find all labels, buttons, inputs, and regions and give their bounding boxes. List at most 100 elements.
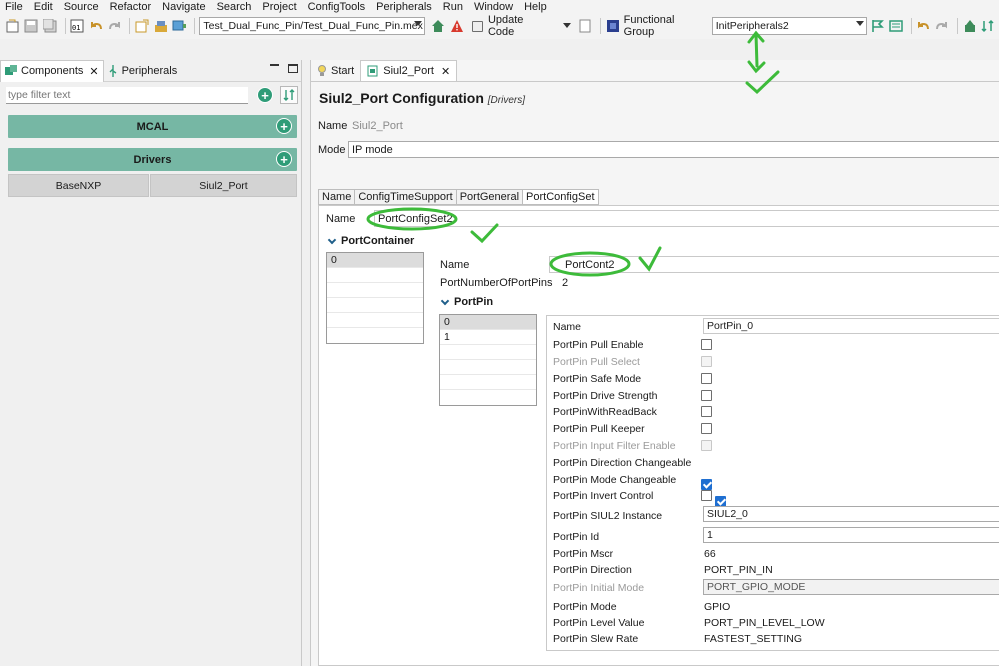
list-icon[interactable] xyxy=(888,18,904,34)
menu-window[interactable]: Window xyxy=(474,1,513,13)
menu-navigate[interactable]: Navigate xyxy=(162,1,205,13)
minimize-icon[interactable] xyxy=(270,64,279,66)
functional-group-value: InitPeripherals2 xyxy=(715,20,789,32)
pin-id-field[interactable]: 1 xyxy=(703,527,999,543)
direction-changeable-checkbox[interactable] xyxy=(701,479,712,490)
siul2-instance-field[interactable]: SIUL2_0 xyxy=(703,506,999,522)
undo2-icon[interactable] xyxy=(916,18,932,34)
project-path-value: Test_Dual_Func_Pin/Test_Dual_Func_Pin.me… xyxy=(203,20,423,32)
menu-project[interactable]: Project xyxy=(262,1,296,13)
update-code-label[interactable]: Update Code xyxy=(488,14,551,38)
menu-peripherals[interactable]: Peripherals xyxy=(376,1,432,13)
menu-refactor[interactable]: Refactor xyxy=(110,1,152,13)
filter-input[interactable] xyxy=(6,86,248,104)
project-path-combo[interactable]: Test_Dual_Func_Pin/Test_Dual_Func_Pin.me… xyxy=(199,17,426,35)
update-code-checkbox[interactable] xyxy=(469,18,485,34)
save-icon[interactable] xyxy=(24,18,40,34)
toolbar-separator xyxy=(64,18,66,34)
flag-icon[interactable] xyxy=(870,18,886,34)
redo2-icon[interactable] xyxy=(934,18,950,34)
pull-keeper-checkbox[interactable] xyxy=(701,423,712,434)
menu-file[interactable]: File xyxy=(5,1,23,13)
initial-mode-label: PortPin Initial Mode xyxy=(553,582,645,594)
add-component-icon[interactable]: + xyxy=(257,87,273,103)
menu-configtools[interactable]: ConfigTools xyxy=(308,1,365,13)
component-basenxp[interactable]: BaseNXP xyxy=(8,174,149,197)
invert-control-checkbox[interactable] xyxy=(701,490,712,501)
menu-edit[interactable]: Edit xyxy=(34,1,53,13)
new-icon[interactable] xyxy=(5,18,21,34)
add-mcal-icon[interactable]: + xyxy=(276,118,292,134)
pull-select-label: PortPin Pull Select xyxy=(553,356,640,368)
readback-checkbox[interactable] xyxy=(701,406,712,417)
mode-value: IP mode xyxy=(352,143,393,156)
component-siul2-port[interactable]: Siul2_Port xyxy=(150,174,297,197)
sort-order-button[interactable] xyxy=(280,86,298,104)
undo-icon[interactable] xyxy=(88,18,104,34)
list-item[interactable]: 1 xyxy=(440,330,536,345)
subtab-portconfigset[interactable]: PortConfigSet xyxy=(522,189,599,205)
list-item xyxy=(440,375,536,390)
menu-help[interactable]: Help xyxy=(524,1,547,13)
group-mcal[interactable]: MCAL + xyxy=(8,115,297,138)
safe-mode-checkbox[interactable] xyxy=(701,373,712,384)
mscr-value: 66 xyxy=(704,548,716,560)
cfgset-name-field[interactable]: PortConfigSet2 xyxy=(374,210,999,227)
home-icon[interactable] xyxy=(430,18,446,34)
tab-start[interactable]: Start xyxy=(311,60,360,81)
dropdown-chevron-icon[interactable] xyxy=(559,18,575,34)
functional-group-label: Functional Group xyxy=(623,14,675,38)
export-icon[interactable] xyxy=(134,18,150,34)
tab-siul2-label: Siul2_Port xyxy=(383,65,434,77)
port-container-label: PortContainer xyxy=(341,235,415,247)
drive-strength-checkbox[interactable] xyxy=(701,390,712,401)
pull-keeper-label: PortPin Pull Keeper xyxy=(553,423,645,435)
components-icon xyxy=(5,65,17,75)
warning-icon[interactable] xyxy=(449,18,465,34)
main-toolbar: 01 Test_Dual_Func_Pin/Test_Dual_Func_Pin… xyxy=(0,13,999,39)
pin-name-field[interactable]: PortPin_0 xyxy=(703,318,999,334)
tab-components[interactable]: Components ✕ xyxy=(0,59,104,82)
container-name-field[interactable]: PortCont2 xyxy=(549,256,999,273)
port-container-header[interactable]: PortContainer xyxy=(327,235,415,247)
pin-name-label: Name xyxy=(553,321,582,333)
device-icon[interactable] xyxy=(171,18,187,34)
subtab-portgeneral[interactable]: PortGeneral xyxy=(455,189,523,205)
group-mcal-label: MCAL xyxy=(136,120,169,133)
save-all-icon[interactable] xyxy=(42,18,58,34)
pin-id-value: 1 xyxy=(707,529,713,541)
subtab-name[interactable]: Name xyxy=(318,189,355,205)
group-drivers[interactable]: Drivers + xyxy=(8,148,297,171)
left-panel: Components ✕ Peripherals + MCAL + Driver… xyxy=(0,59,302,666)
subtab-configtimesupport[interactable]: ConfigTimeSupport xyxy=(354,189,456,205)
port-pin-header[interactable]: PortPin xyxy=(440,296,494,308)
tab-peripherals[interactable]: Peripherals xyxy=(104,60,182,82)
maximize-icon[interactable] xyxy=(288,64,298,73)
close-icon[interactable]: ✕ xyxy=(89,65,98,78)
toolbar-separator xyxy=(194,18,196,34)
pull-enable-checkbox[interactable] xyxy=(701,339,712,350)
list-item[interactable]: 0 xyxy=(327,253,423,268)
editor-panel: Start Siul2_Port ✕ Siul2_Port Configurat… xyxy=(310,60,999,666)
menu-search[interactable]: Search xyxy=(217,1,252,13)
binary-icon[interactable]: 01 xyxy=(70,18,86,34)
mode-changeable-label: PortPin Mode Changeable xyxy=(553,474,677,486)
menu-source[interactable]: Source xyxy=(64,1,99,13)
menu-bar: File Edit Source Refactor Navigate Searc… xyxy=(0,0,999,13)
list-item[interactable]: 0 xyxy=(440,315,536,330)
add-drivers-icon[interactable]: + xyxy=(276,151,292,167)
tools-icon[interactable] xyxy=(153,18,169,34)
group-drivers-label: Drivers xyxy=(133,153,172,166)
upload-icon[interactable] xyxy=(962,18,978,34)
sort-icon[interactable] xyxy=(980,18,996,34)
tab-siul2-port[interactable]: Siul2_Port ✕ xyxy=(360,60,458,81)
port-pin-label: PortPin xyxy=(454,296,494,308)
container-name-value: PortCont2 xyxy=(565,258,615,271)
tab-start-label: Start xyxy=(331,64,355,77)
mode-field[interactable]: IP mode xyxy=(348,141,999,158)
functional-group-combo[interactable]: InitPeripherals2 xyxy=(711,17,867,35)
document-icon[interactable] xyxy=(578,18,594,34)
close-icon[interactable]: ✕ xyxy=(441,65,450,78)
redo-icon[interactable] xyxy=(107,18,123,34)
menu-run[interactable]: Run xyxy=(443,1,463,13)
